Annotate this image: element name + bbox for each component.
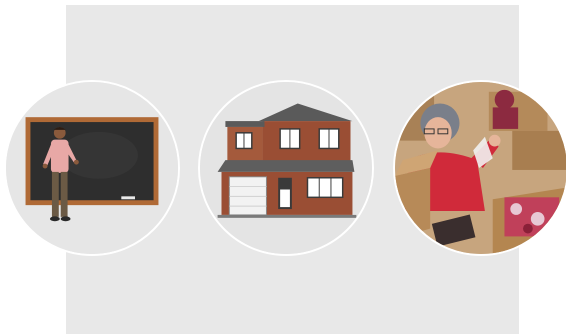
- image-strip: [0, 0, 566, 334]
- brick-house-illustration: [200, 82, 372, 254]
- woman-packing-boxes-scene: [395, 82, 566, 254]
- house-image: [198, 80, 374, 256]
- packing-boxes-photo: [393, 80, 566, 256]
- teacher-chalkboard-image: [4, 80, 180, 256]
- teacher-chalkboard-illustration: [6, 82, 178, 254]
